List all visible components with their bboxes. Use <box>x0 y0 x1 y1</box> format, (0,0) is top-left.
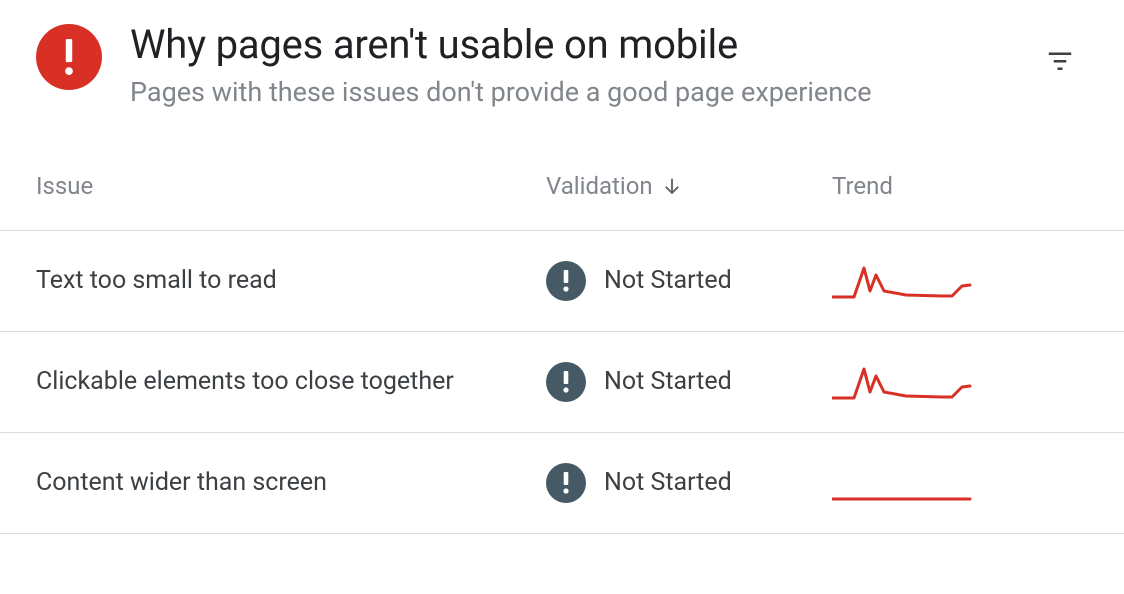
issues-table: Issue Validation Trend Text too small to… <box>0 172 1124 534</box>
validation-cell: Not Started <box>546 362 832 402</box>
trend-sparkline <box>832 362 972 402</box>
status-not-started-icon <box>546 362 586 402</box>
table-header: Issue Validation Trend <box>0 172 1124 231</box>
issue-name: Text too small to read <box>36 263 546 299</box>
column-header-trend[interactable]: Trend <box>832 172 1088 200</box>
issue-name: Content wider than screen <box>36 465 546 501</box>
status-not-started-icon <box>546 261 586 301</box>
validation-cell: Not Started <box>546 261 832 301</box>
column-header-validation[interactable]: Validation <box>546 172 832 200</box>
trend-sparkline <box>832 463 972 503</box>
issue-name: Clickable elements too close together <box>36 364 546 400</box>
validation-status: Not Started <box>604 468 732 497</box>
table-row[interactable]: Content wider than screen Not Started <box>0 433 1124 534</box>
table-row[interactable]: Text too small to read Not Started <box>0 231 1124 332</box>
validation-cell: Not Started <box>546 463 832 503</box>
column-header-validation-label: Validation <box>546 172 653 200</box>
trend-sparkline <box>832 261 972 301</box>
trend-cell <box>832 463 1088 503</box>
column-header-issue[interactable]: Issue <box>36 172 546 200</box>
validation-status: Not Started <box>604 266 732 295</box>
table-row[interactable]: Clickable elements too close together No… <box>0 332 1124 433</box>
filter-icon[interactable] <box>1042 42 1078 78</box>
sort-down-icon <box>661 175 683 197</box>
page-subtitle: Pages with these issues don't provide a … <box>130 74 1014 112</box>
status-not-started-icon <box>546 463 586 503</box>
trend-cell <box>832 261 1088 301</box>
trend-cell <box>832 362 1088 402</box>
error-icon <box>36 24 102 90</box>
page-title: Why pages aren't usable on mobile <box>130 20 1014 70</box>
validation-status: Not Started <box>604 367 732 396</box>
